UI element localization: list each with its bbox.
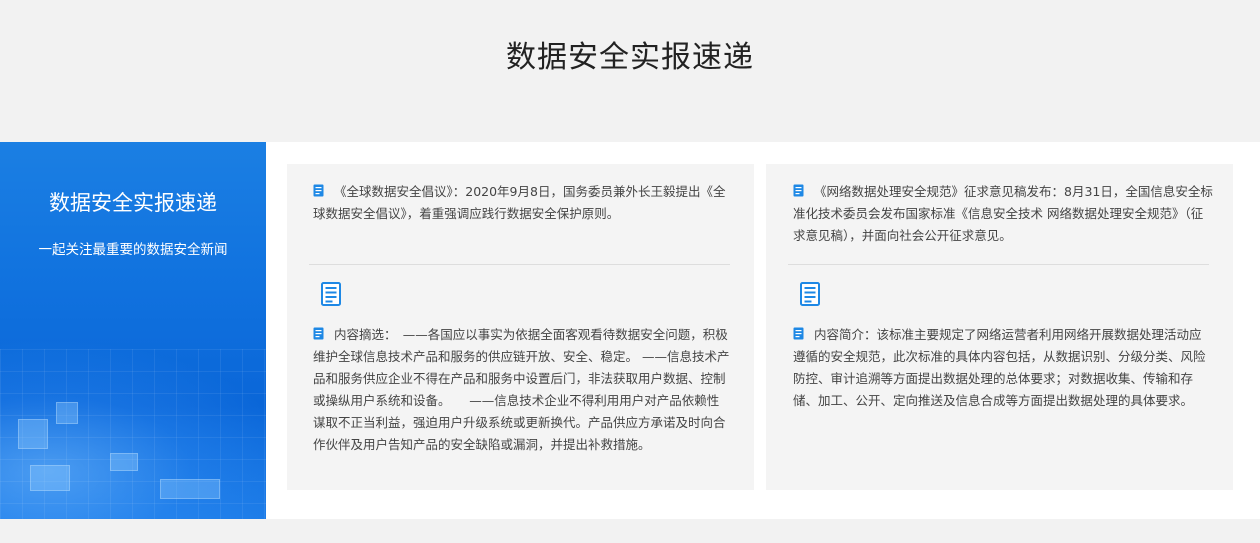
document-icon bbox=[313, 184, 324, 197]
card-body: 内容简介：该标准主要规定了网络运营者利用网络开展数据处理活动应遵循的安全规范，此… bbox=[793, 324, 1211, 412]
card-body-text: 内容摘选： ——各国应以事实为依据全面客观看待数据安全问题，积极维护全球信息技术… bbox=[313, 327, 730, 452]
document-icon bbox=[793, 184, 804, 197]
banner-subtitle: 一起关注最重要的数据安全新闻 bbox=[38, 242, 228, 258]
page-title: 数据安全实报速递 bbox=[506, 40, 754, 75]
document-icon bbox=[793, 327, 804, 340]
card-headline-text: 《全球数据安全倡议》：2020年9月8日，国务委员兼外长王毅提出《全球数据安全倡… bbox=[313, 184, 726, 221]
banner-cube-decoration bbox=[30, 465, 70, 491]
document-icon bbox=[313, 327, 324, 340]
document-icon bbox=[800, 282, 820, 306]
banner-cube-decoration bbox=[160, 479, 220, 499]
card-body-text: 内容简介：该标准主要规定了网络运营者利用网络开展数据处理活动应遵循的安全规范，此… bbox=[793, 327, 1206, 408]
card-divider bbox=[309, 264, 730, 265]
card-headline: 《网络数据处理安全规范》征求意见稿发布：8月31日，全国信息安全标准化技术委员会… bbox=[793, 181, 1213, 247]
banner-cube-decoration bbox=[110, 453, 138, 471]
banner-cube-decoration bbox=[18, 419, 48, 449]
card-headline-text: 《网络数据处理安全规范》征求意见稿发布：8月31日，全国信息安全标准化技术委员会… bbox=[793, 184, 1213, 243]
side-banner: 数据安全实报速递 一起关注最重要的数据安全新闻 bbox=[0, 142, 266, 519]
banner-title: 数据安全实报速递 bbox=[49, 191, 217, 215]
document-icon bbox=[321, 282, 341, 306]
news-card-network-data-processing-spec[interactable]: 《网络数据处理安全规范》征求意见稿发布：8月31日，全国信息安全标准化技术委员会… bbox=[766, 164, 1233, 490]
card-divider bbox=[788, 264, 1209, 265]
card-headline: 《全球数据安全倡议》：2020年9月8日，国务委员兼外长王毅提出《全球数据安全倡… bbox=[313, 181, 733, 225]
card-body: 内容摘选： ——各国应以事实为依据全面客观看待数据安全问题，积极维护全球信息技术… bbox=[313, 324, 731, 456]
news-card-global-data-security-initiative[interactable]: 《全球数据安全倡议》：2020年9月8日，国务委员兼外长王毅提出《全球数据安全倡… bbox=[287, 164, 754, 490]
banner-cube-decoration bbox=[56, 402, 78, 424]
